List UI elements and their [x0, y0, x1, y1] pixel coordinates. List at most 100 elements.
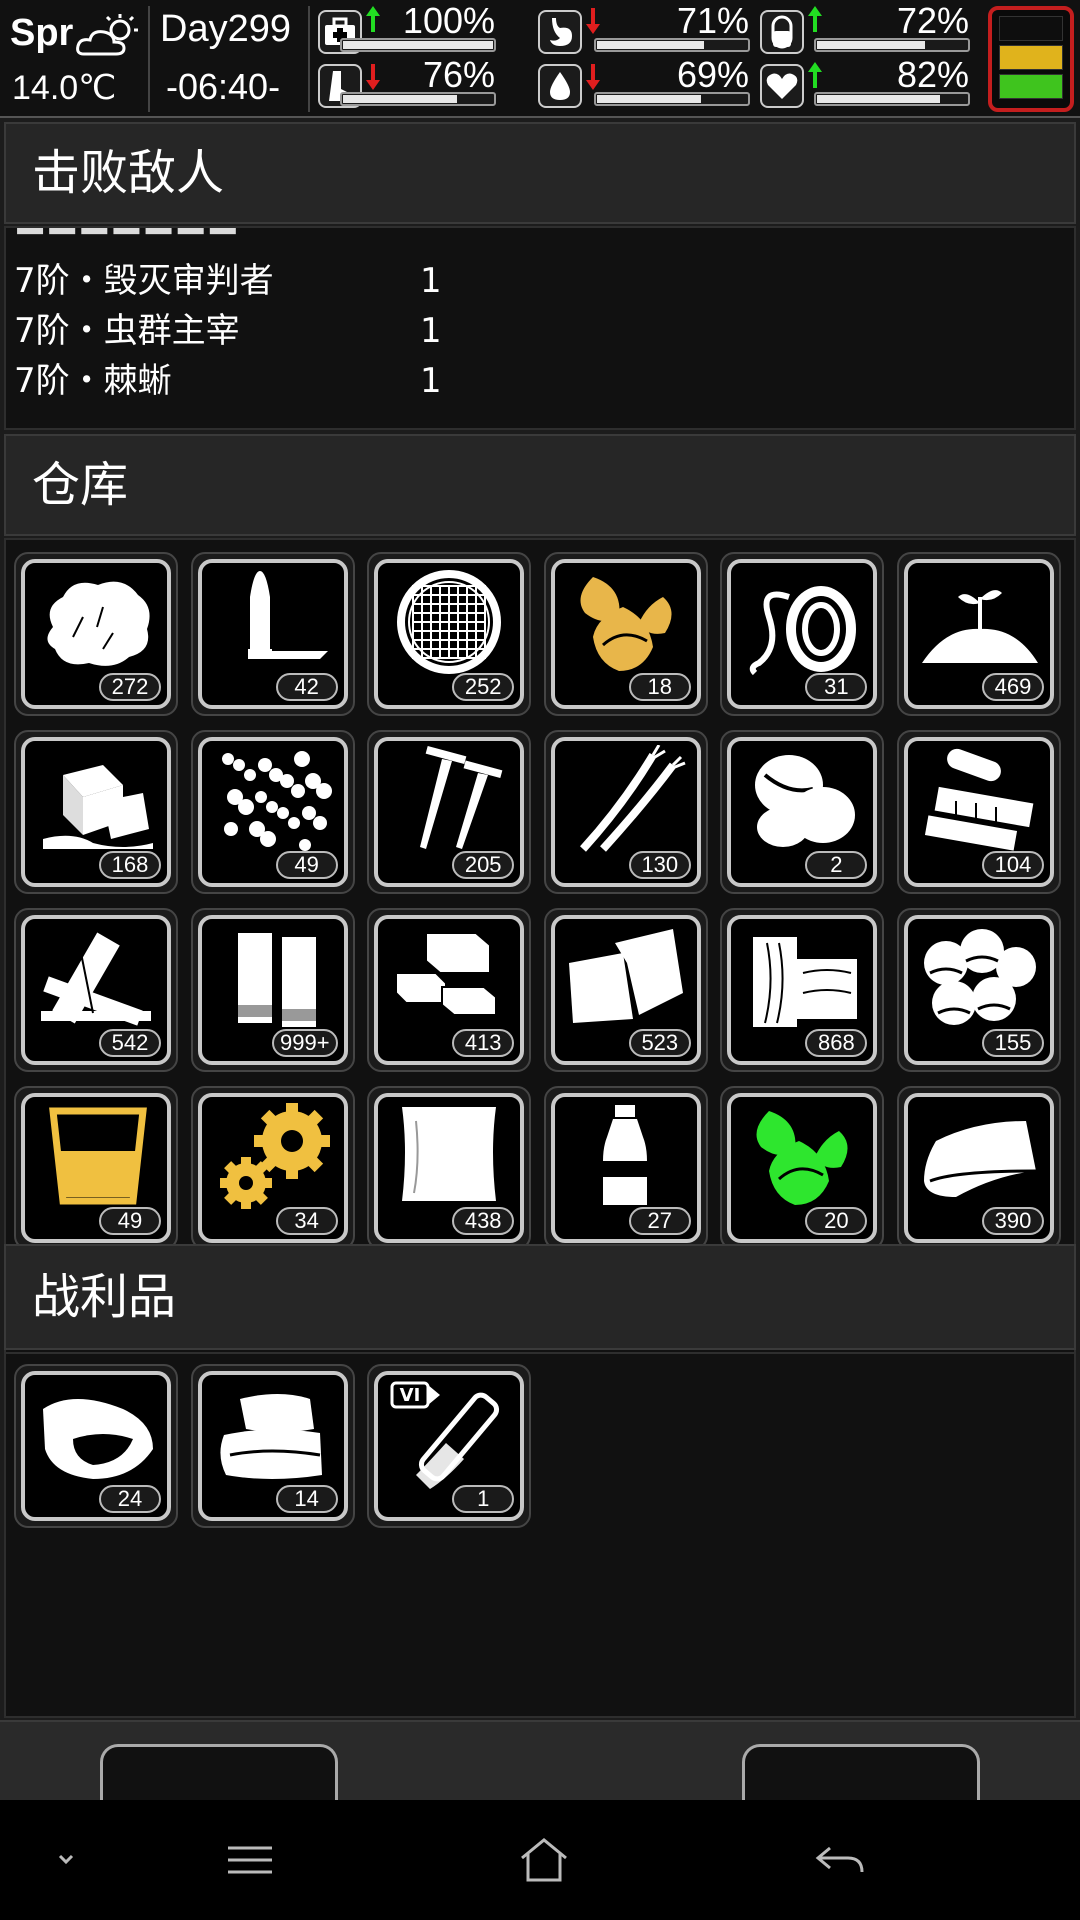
inventory-slot[interactable]: 20: [720, 1086, 885, 1250]
inventory-slot[interactable]: 542: [14, 908, 178, 1072]
inventory-slot[interactable]: 272: [14, 552, 178, 716]
home-icon[interactable]: [508, 1824, 580, 1896]
inventory-slot[interactable]: 49: [14, 1086, 178, 1250]
inventory-slot[interactable]: 438: [367, 1086, 532, 1250]
health-bar: [340, 38, 496, 52]
item-count: 18: [628, 673, 691, 701]
day-counter: Day299: [160, 8, 291, 50]
meat-chunk-icon: [43, 1399, 153, 1479]
item-count: 523: [628, 1029, 691, 1057]
partly-cloudy-icon: [76, 14, 138, 56]
inventory-slot[interactable]: 413: [367, 908, 532, 1072]
defeated-enemies-list[interactable]: ■■■■■■■ 7阶・毁灭审判者 1 7阶・虫群主宰 1 7阶・棘蜥 1: [4, 226, 1076, 430]
main-content[interactable]: 击败敌人 ■■■■■■■ 7阶・毁灭审判者 1 7阶・虫群主宰 1 7阶・棘蜥 …: [0, 118, 1080, 1800]
inventory-slot[interactable]: 390: [897, 1086, 1061, 1250]
divider: [148, 6, 150, 112]
capsule-icon: [760, 10, 804, 54]
mood-percent: 82%: [896, 54, 969, 95]
thirst-bar: [594, 92, 750, 106]
item-count: 390: [982, 1207, 1044, 1235]
wood-blocks-icon: [753, 937, 858, 1027]
slot-frame: 205: [374, 737, 525, 887]
slot-frame: 390: [904, 1093, 1054, 1243]
slot-frame: 469: [904, 559, 1054, 709]
paper-sheets-icon: [402, 1107, 497, 1201]
inventory-slot[interactable]: 155: [897, 908, 1061, 1072]
slot-frame: 14: [197, 1371, 348, 1521]
water-drop-icon: [538, 64, 582, 108]
slot-frame: 18: [550, 559, 701, 709]
inventory-slot[interactable]: 27: [543, 1086, 708, 1250]
temperature: 14.0℃: [12, 69, 117, 107]
item-count: 999+: [272, 1029, 338, 1057]
slot-frame: VI 1: [374, 1371, 525, 1521]
inventory-slot[interactable]: 469: [897, 552, 1061, 716]
slot-frame: 130: [550, 737, 701, 887]
enemy-count: 1: [420, 361, 442, 401]
chevron-down-icon[interactable]: [30, 1824, 102, 1896]
slot-frame: 27: [550, 1093, 701, 1243]
slot-frame: 438: [374, 1093, 525, 1243]
inventory-slot[interactable]: 24: [14, 1364, 178, 1528]
loot-header: 战利品: [4, 1244, 1076, 1350]
item-count: 155: [982, 1029, 1044, 1057]
inventory-slot[interactable]: 104: [897, 730, 1061, 894]
inventory-slot[interactable]: 523: [543, 908, 708, 1072]
herb-leaf-icon: [756, 1111, 848, 1205]
inventory-slot[interactable]: 49: [190, 730, 355, 894]
section-title: 战利品: [32, 1269, 177, 1325]
slot-frame: 868: [727, 915, 878, 1065]
inventory-slot[interactable]: 42: [190, 552, 355, 716]
warehouse-grid[interactable]: 272 42 252 18 31 469 168 49 205 130 2 104 542 999+ 413…: [4, 538, 1076, 1360]
menu-icon[interactable]: [214, 1824, 286, 1896]
cotton-icon: [47, 581, 150, 666]
back-icon[interactable]: [804, 1824, 876, 1896]
inventory-slot[interactable]: 31: [720, 552, 885, 716]
inventory-slot[interactable]: 252: [367, 552, 532, 716]
loot-grid[interactable]: 24 14 VI 1: [4, 1352, 1076, 1718]
tobacco-leaf-icon: [580, 577, 672, 671]
divider: [308, 6, 310, 112]
inventory-slot[interactable]: 18: [543, 552, 708, 716]
pellets-icon: [221, 751, 332, 851]
mood-bar: [814, 92, 970, 106]
slot-frame: 999+: [197, 915, 348, 1065]
left-action-button[interactable]: [100, 1744, 338, 1800]
ice-cube-icon: [43, 765, 153, 849]
season-label: Spr: [10, 12, 74, 54]
rope-icon: [750, 586, 857, 676]
inventory-slot[interactable]: 999+: [190, 908, 355, 1072]
inventory-slot[interactable]: 2: [720, 730, 885, 894]
inventory-slot[interactable]: 205: [367, 730, 532, 894]
thirst-percent: 69%: [676, 54, 749, 95]
inventory-slot[interactable]: 34: [190, 1086, 355, 1250]
nails-icon: [420, 745, 503, 849]
inventory-slot[interactable]: 130: [543, 730, 708, 894]
inventory-slot[interactable]: 168: [14, 730, 178, 894]
item-count: 168: [99, 851, 161, 879]
inventory-slot[interactable]: 868: [720, 908, 885, 1072]
battery-mid-segment: [999, 45, 1063, 70]
slot-frame: 104: [904, 737, 1054, 887]
item-count: 24: [99, 1485, 161, 1513]
item-count: 2: [805, 851, 868, 879]
right-action-button[interactable]: [742, 1744, 980, 1800]
energy-bar: [814, 38, 970, 52]
slot-frame: 272: [21, 559, 171, 709]
inventory-slot[interactable]: 14: [190, 1364, 355, 1528]
status-bar: Spr 14.0℃ Day299 -06:40- 100% 71% 72% 76…: [0, 0, 1080, 118]
enemy-name: 7阶・棘蜥: [14, 361, 172, 401]
defeated-enemies-header: 击败敌人: [4, 122, 1076, 224]
folded-cloth-icon: [924, 1121, 1037, 1197]
battery-indicator[interactable]: [988, 6, 1074, 112]
slot-frame: 252: [374, 559, 525, 709]
gears-icon: [219, 1103, 330, 1209]
slot-frame: 49: [21, 1093, 171, 1243]
enemy-count: 1: [420, 311, 442, 351]
inventory-slot[interactable]: VI 1: [367, 1364, 532, 1528]
electronic-parts-icon: [924, 748, 1034, 851]
slot-frame: 34: [197, 1093, 348, 1243]
item-count: 20: [805, 1207, 868, 1235]
folded-towels-icon: [220, 1394, 322, 1479]
item-count: 14: [275, 1485, 338, 1513]
